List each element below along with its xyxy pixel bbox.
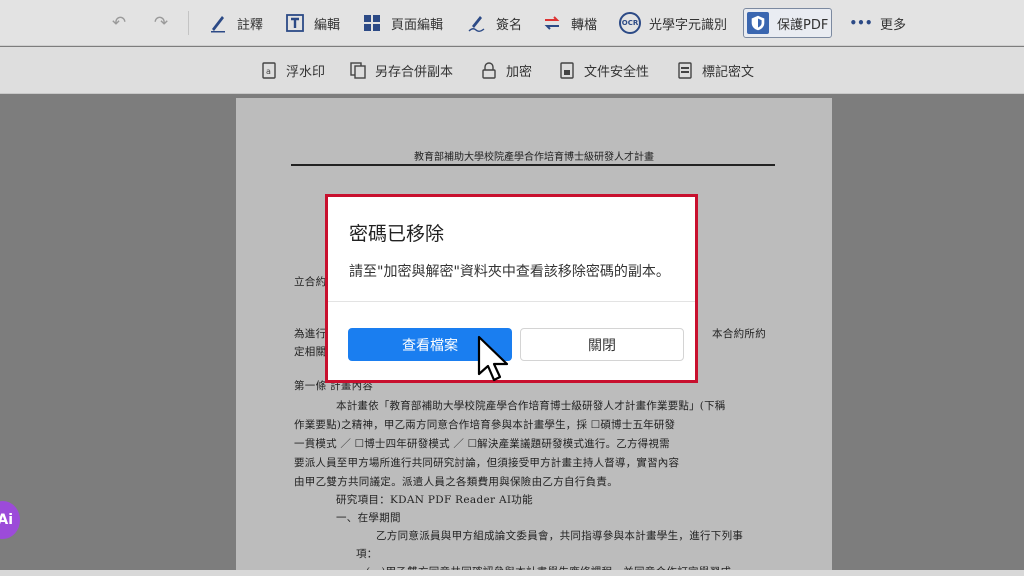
document-security-button[interactable]: 文件安全性 [559, 61, 649, 80]
convert-button[interactable]: 轉檔 [541, 8, 597, 38]
encrypt-label: 加密 [506, 65, 533, 80]
document-security-icon [559, 62, 575, 80]
document-line: 要派人員至甲方場所進行共同研究討論，但須接受甲方計畫主持人督導，實習內容 [294, 457, 680, 469]
undo-icon[interactable]: ↶ [108, 12, 130, 34]
signature-label: 簽名 [496, 17, 523, 33]
redact-button[interactable]: 標記密文 [677, 61, 754, 80]
redact-label: 標記密文 [702, 65, 755, 80]
page-edit-button[interactable]: 頁面編輯 [361, 8, 443, 38]
dialog-message: 請至"加密與解密"資料夾中查看該移除密碼的副本。 [349, 264, 670, 280]
shield-icon [747, 12, 769, 34]
watermark-button[interactable]: a 浮水印 [261, 61, 325, 80]
annotate-label: 註釋 [237, 17, 264, 33]
ocr-label: 光學字元識別 [649, 17, 728, 33]
signature-button[interactable]: 簽名 [466, 8, 522, 38]
text-edit-icon [284, 12, 306, 34]
mouse-pointer-icon [477, 335, 509, 382]
bottom-scrollbar [0, 570, 1024, 576]
convert-label: 轉檔 [571, 17, 598, 33]
lock-icon [481, 62, 497, 80]
save-merged-copy-button[interactable]: 另存合併副本 [350, 61, 453, 80]
ocr-icon: OCR [619, 12, 641, 34]
document-line: 一貫模式 ／ ☐博士四年研發模式 ／ ☐解決產業議題研發模式進行。乙方得視需 [294, 438, 670, 450]
main-toolbar: ↶ ↷ 註釋 編輯 頁面編輯 簽名 轉檔 OCR 光學字元識別 保護PDF ••… [0, 0, 1024, 46]
document-line: 研究項目：KDAN PDF Reader AI功能 [336, 494, 533, 506]
document-line: 一、在學期間 [336, 512, 401, 524]
ocr-button[interactable]: OCR 光學字元識別 [619, 8, 727, 38]
more-dots-icon: ••• [849, 16, 873, 30]
close-button[interactable]: 關閉 [520, 328, 684, 361]
grid-icon [361, 12, 383, 34]
toolbar-divider [188, 11, 189, 35]
document-line: 本合約所約 [712, 328, 766, 340]
watermark-icon: a [261, 62, 277, 80]
svg-text:a: a [266, 67, 271, 76]
document-line: 定相關 [294, 346, 327, 358]
dialog-divider [328, 301, 695, 302]
edit-button[interactable]: 編輯 [284, 8, 340, 38]
watermark-label: 浮水印 [286, 65, 326, 80]
page-edit-label: 頁面編輯 [391, 17, 444, 33]
document-line: 為進行 [294, 328, 327, 340]
document-header: 教育部補助大學校院產學合作培育博士級研發人才計畫 [414, 152, 654, 163]
encrypt-button[interactable]: 加密 [481, 61, 532, 80]
document-line: 項： [356, 548, 378, 560]
header-rule [291, 164, 775, 166]
save-copy-icon [350, 62, 366, 80]
document-line: 立合約 [294, 276, 327, 288]
protect-pdf-label: 保護PDF [777, 17, 829, 33]
convert-icon [541, 12, 563, 34]
save-merged-copy-label: 另存合併副本 [375, 65, 454, 80]
more-button[interactable]: ••• 更多 [849, 8, 907, 38]
protect-pdf-button[interactable]: 保護PDF [743, 8, 833, 38]
protect-subtoolbar: a 浮水印 另存合併副本 加密 文件安全性 標記密文 [0, 47, 1024, 94]
document-line: 作業要點)之精神，甲乙兩方同意合作培育參與本計畫學生，採 ☐碩博士五年研發 [294, 419, 676, 431]
redact-icon [677, 62, 693, 80]
dialog-title: 密碼已移除 [349, 223, 445, 245]
document-line: 本計畫依「教育部補助大學校院產學合作培育博士級研發人才計畫作業要點」(下稱 [336, 400, 726, 412]
document-security-label: 文件安全性 [584, 65, 650, 80]
document-line: 由甲乙雙方共同議定。派遣人員之各類費用與保險由乙方自行負責。 [294, 476, 618, 488]
edit-label: 編輯 [314, 17, 341, 33]
annotate-button[interactable]: 註釋 [207, 8, 263, 38]
pen-icon [207, 12, 229, 34]
signature-icon [466, 12, 488, 34]
document-line: 乙方同意派員與甲方組成論文委員會，共同指導參與本計畫學生，進行下列事 [376, 530, 744, 542]
more-label: 更多 [880, 17, 907, 33]
ai-assistant-button[interactable]: Ai [0, 501, 20, 539]
redo-icon[interactable]: ↷ [150, 12, 172, 34]
